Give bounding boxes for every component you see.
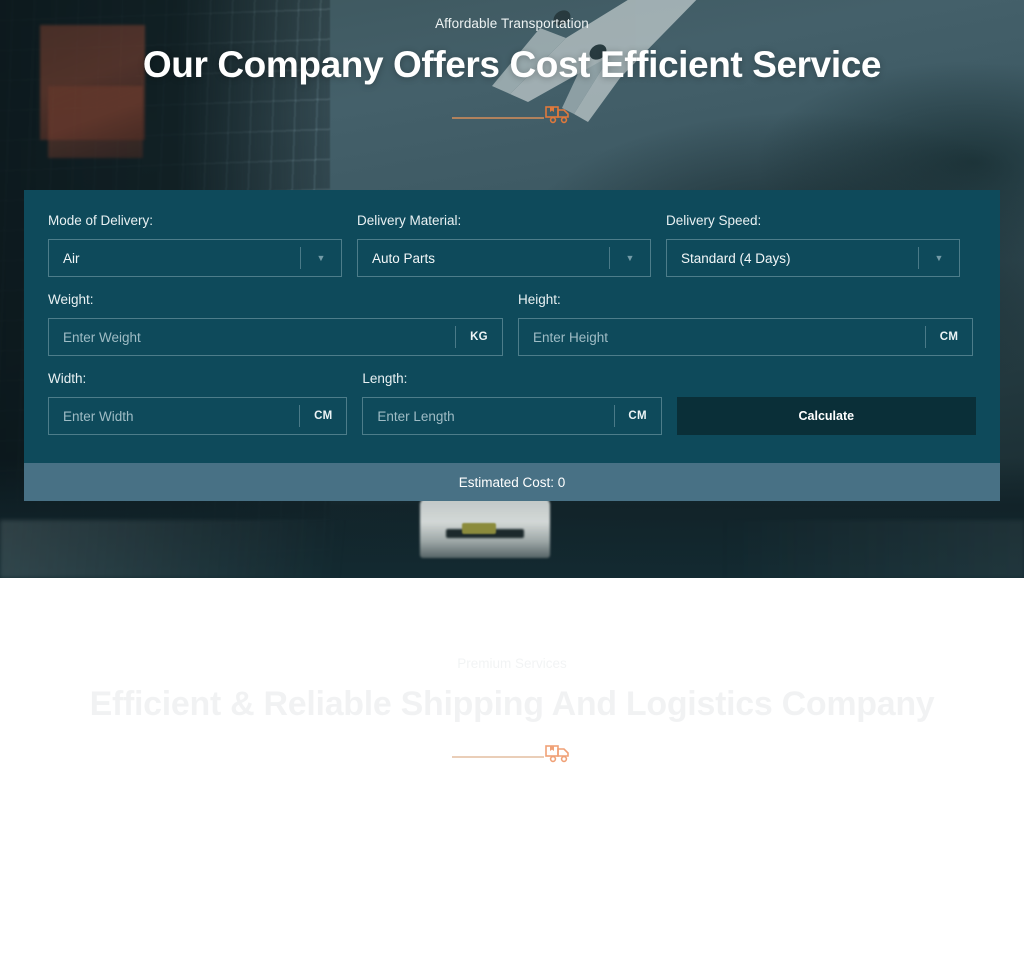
field-weight: Weight: KG bbox=[48, 291, 503, 356]
field-width: Width: CM bbox=[48, 370, 348, 435]
calculate-button[interactable]: Calculate bbox=[676, 397, 976, 435]
field-length: Length: CM bbox=[362, 370, 662, 435]
height-unit: CM bbox=[939, 331, 959, 343]
calculator-row-width-length-action: Width: CM Length: CM bbox=[48, 370, 976, 435]
chevron-down-icon[interactable]: ▼ bbox=[301, 253, 341, 263]
field-calculate-action: Calculate bbox=[676, 370, 976, 435]
divider-line bbox=[452, 756, 544, 758]
delivery-speed-select[interactable]: Standard (4 Days) ▼ bbox=[666, 239, 960, 277]
hero-section: Affordable Transportation Our Company Of… bbox=[0, 0, 1024, 578]
length-unit: CM bbox=[628, 410, 647, 422]
length-label: Length: bbox=[362, 371, 408, 386]
delivery-material-label: Delivery Material: bbox=[357, 213, 462, 228]
delivery-material-select[interactable]: Auto Parts ▼ bbox=[357, 239, 651, 277]
delivery-truck-icon bbox=[545, 106, 569, 124]
hero-truck-license-plate bbox=[462, 523, 496, 534]
length-input-wrapper[interactable]: CM bbox=[362, 397, 662, 435]
calculator-row-selects: Mode of Delivery: Air ▼ Delivery Materia… bbox=[48, 212, 976, 277]
hero-eyebrow: Affordable Transportation bbox=[435, 16, 589, 31]
estimated-cost-text: Estimated Cost: 0 bbox=[458, 474, 566, 490]
calculator-row-weight-height: Weight: KG Height: CM bbox=[48, 291, 976, 356]
weight-input[interactable] bbox=[49, 329, 455, 345]
field-height: Height: CM bbox=[518, 291, 973, 356]
width-input[interactable] bbox=[49, 408, 300, 424]
weight-label: Weight: bbox=[48, 292, 94, 307]
delivery-speed-label: Delivery Speed: bbox=[666, 213, 762, 228]
mode-of-delivery-label: Mode of Delivery: bbox=[48, 213, 154, 228]
height-input-wrapper[interactable]: CM bbox=[518, 318, 973, 356]
weight-input-wrapper[interactable]: KG bbox=[48, 318, 503, 356]
services-title: Efficient & Reliable Shipping And Logist… bbox=[89, 685, 935, 723]
shipping-cost-calculator: Mode of Delivery: Air ▼ Delivery Materia… bbox=[24, 190, 1000, 501]
hero-divider-ornament bbox=[452, 102, 572, 126]
height-input[interactable] bbox=[519, 329, 925, 345]
estimated-cost-bar: Estimated Cost: 0 bbox=[24, 463, 1000, 501]
delivery-truck-icon bbox=[545, 745, 569, 763]
mode-of-delivery-value: Air bbox=[63, 250, 80, 266]
width-unit: CM bbox=[314, 410, 333, 422]
chevron-down-icon[interactable]: ▼ bbox=[919, 253, 959, 263]
width-input-wrapper[interactable]: CM bbox=[48, 397, 348, 435]
chevron-down-icon[interactable]: ▼ bbox=[610, 253, 650, 263]
delivery-speed-value: Standard (4 Days) bbox=[681, 250, 791, 266]
divider-line bbox=[452, 117, 544, 119]
calculator-panel: Mode of Delivery: Air ▼ Delivery Materia… bbox=[24, 190, 1000, 463]
hero-title: Our Company Offers Cost Efficient Servic… bbox=[142, 44, 882, 85]
weight-unit: KG bbox=[470, 331, 488, 343]
delivery-material-value: Auto Parts bbox=[372, 250, 436, 266]
field-mode-of-delivery: Mode of Delivery: Air ▼ bbox=[48, 212, 342, 277]
services-section: Premium Services Efficient & Reliable Sh… bbox=[0, 578, 1024, 954]
field-delivery-material: Delivery Material: Auto Parts ▼ bbox=[357, 212, 651, 277]
services-divider-ornament bbox=[452, 741, 572, 765]
services-eyebrow: Premium Services bbox=[457, 656, 567, 671]
height-label: Height: bbox=[518, 292, 561, 307]
width-label: Width: bbox=[48, 371, 87, 386]
field-delivery-speed: Delivery Speed: Standard (4 Days) ▼ bbox=[666, 212, 960, 277]
length-input[interactable] bbox=[363, 408, 614, 424]
calculate-spacer-label bbox=[677, 370, 976, 387]
mode-of-delivery-select[interactable]: Air ▼ bbox=[48, 239, 342, 277]
